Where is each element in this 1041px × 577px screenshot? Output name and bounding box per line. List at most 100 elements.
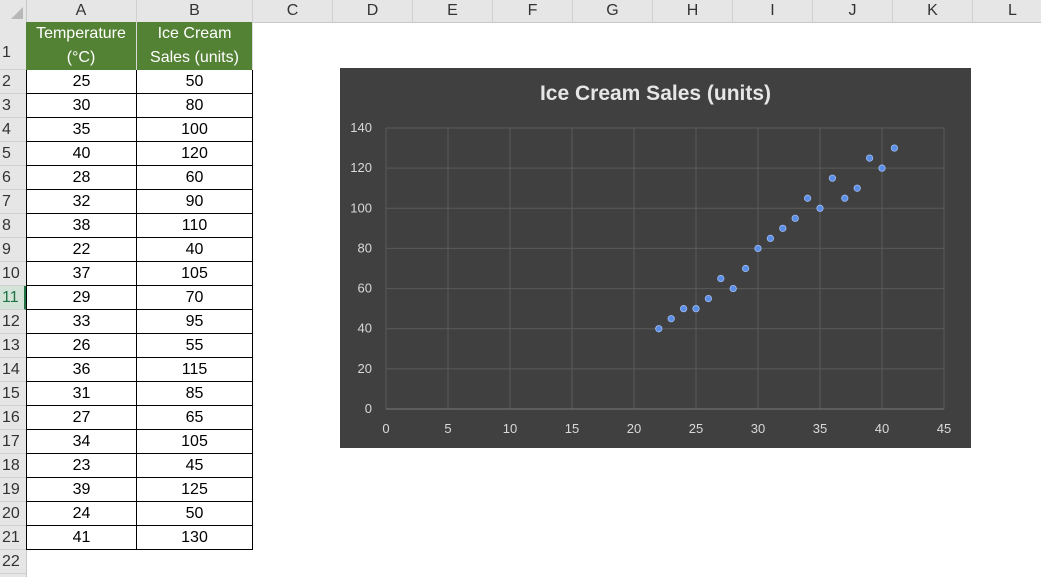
x-tick-label: 0 bbox=[382, 421, 389, 436]
row-header-20[interactable]: 20 bbox=[0, 502, 26, 526]
column-header-f[interactable]: F bbox=[493, 0, 573, 22]
row-header-17[interactable]: 17 bbox=[0, 430, 26, 454]
table-cell[interactable]: 115 bbox=[137, 358, 253, 382]
x-tick-label: 5 bbox=[444, 421, 451, 436]
column-header-g[interactable]: G bbox=[573, 0, 653, 22]
row-header-18[interactable]: 18 bbox=[0, 454, 26, 478]
table-cell[interactable]: 50 bbox=[137, 70, 253, 94]
x-tick-label: 35 bbox=[813, 421, 827, 436]
data-point bbox=[655, 325, 663, 333]
select-all-button[interactable] bbox=[0, 0, 27, 22]
row-header-22[interactable]: 22 bbox=[0, 550, 26, 574]
table-cell[interactable]: 41 bbox=[26, 526, 137, 550]
row-header-21[interactable]: 21 bbox=[0, 526, 26, 550]
table-cell[interactable]: 90 bbox=[137, 190, 253, 214]
row-header-2[interactable]: 2 bbox=[0, 70, 26, 94]
data-point bbox=[729, 284, 737, 293]
select-all-icon bbox=[11, 7, 23, 19]
table-cell[interactable]: 70 bbox=[137, 286, 253, 310]
row-header-16[interactable]: 16 bbox=[0, 406, 26, 430]
table-cell[interactable]: 105 bbox=[137, 262, 253, 286]
data-point bbox=[841, 194, 849, 202]
data-point bbox=[890, 144, 899, 152]
table-cell[interactable]: 32 bbox=[26, 190, 137, 214]
y-tick-label: 140 bbox=[350, 120, 372, 135]
data-point bbox=[667, 315, 675, 323]
row-header-7[interactable]: 7 bbox=[0, 190, 26, 214]
table-cell[interactable]: 130 bbox=[137, 526, 253, 550]
table-cell[interactable]: 80 bbox=[137, 94, 253, 118]
y-tick-label: 20 bbox=[358, 361, 372, 376]
row-header-19[interactable]: 19 bbox=[0, 478, 26, 502]
data-point bbox=[704, 295, 712, 303]
data-point bbox=[803, 194, 812, 202]
table-cell[interactable]: 50 bbox=[137, 502, 253, 526]
table-cell[interactable]: 45 bbox=[137, 454, 253, 478]
data-point bbox=[766, 234, 774, 242]
table-cell[interactable]: 39 bbox=[26, 478, 137, 502]
table-cell[interactable]: 105 bbox=[137, 430, 253, 454]
table-cell[interactable]: 120 bbox=[137, 142, 253, 166]
table-cell[interactable]: 34 bbox=[26, 430, 137, 454]
table-cell[interactable]: 26 bbox=[26, 334, 137, 358]
column-header-a[interactable]: A bbox=[26, 0, 137, 22]
column-header-h[interactable]: H bbox=[653, 0, 733, 22]
table-cell[interactable]: 29 bbox=[26, 286, 137, 310]
column-header-d[interactable]: D bbox=[333, 0, 413, 22]
column-header-l[interactable]: L bbox=[973, 0, 1041, 22]
row-header-15[interactable]: 15 bbox=[0, 382, 26, 406]
table-cell[interactable]: 40 bbox=[137, 238, 253, 262]
table-cell[interactable]: 31 bbox=[26, 382, 137, 406]
column-header-i[interactable]: I bbox=[733, 0, 813, 22]
row-header-11[interactable]: 11 bbox=[0, 286, 26, 310]
table-cell[interactable]: 25 bbox=[26, 70, 137, 94]
table-cell[interactable]: 125 bbox=[137, 478, 253, 502]
x-tick-label: 25 bbox=[689, 421, 703, 436]
data-point bbox=[741, 264, 750, 273]
table-cell[interactable]: 95 bbox=[137, 310, 253, 334]
row-header-9[interactable]: 9 bbox=[0, 238, 26, 262]
column-header-c[interactable]: C bbox=[253, 0, 333, 22]
row-header-8[interactable]: 8 bbox=[0, 214, 26, 238]
table-cell[interactable]: 36 bbox=[26, 358, 137, 382]
table-cell[interactable]: 65 bbox=[137, 406, 253, 430]
table-cell[interactable]: 37 bbox=[26, 262, 137, 286]
row-header-12[interactable]: 12 bbox=[0, 310, 26, 334]
row-header-3[interactable]: 3 bbox=[0, 94, 26, 118]
x-tick-label: 10 bbox=[503, 421, 517, 436]
table-cell[interactable]: 24 bbox=[26, 502, 137, 526]
row-header-10[interactable]: 10 bbox=[0, 262, 26, 286]
data-point bbox=[816, 204, 824, 212]
table-cell[interactable]: 30 bbox=[26, 94, 137, 118]
data-point bbox=[878, 164, 886, 172]
scatter-chart[interactable]: Ice Cream Sales (units) 0 20 40 60 80 100 120 1… bbox=[340, 68, 971, 448]
table-cell[interactable]: 85 bbox=[137, 382, 253, 406]
table-cell[interactable]: 33 bbox=[26, 310, 137, 334]
table-cell[interactable]: 23 bbox=[26, 454, 137, 478]
table-cell[interactable]: 28 bbox=[26, 166, 137, 190]
header-cell-ice-cream-sales[interactable]: Ice Cream Sales (units) bbox=[137, 22, 253, 70]
row-header-1[interactable]: 1 bbox=[0, 22, 26, 70]
row-header-6[interactable]: 6 bbox=[0, 166, 26, 190]
table-cell[interactable]: 60 bbox=[137, 166, 253, 190]
table-cell[interactable]: 110 bbox=[137, 214, 253, 238]
table-cell[interactable]: 38 bbox=[26, 214, 137, 238]
data-point bbox=[828, 174, 836, 182]
column-header-e[interactable]: E bbox=[413, 0, 493, 22]
column-header-b[interactable]: B bbox=[137, 0, 253, 22]
table-cell[interactable]: 40 bbox=[26, 142, 137, 166]
table-cell[interactable]: 22 bbox=[26, 238, 137, 262]
row-header-14[interactable]: 14 bbox=[0, 358, 26, 382]
table-cell[interactable]: 55 bbox=[137, 334, 253, 358]
x-tick-label: 20 bbox=[627, 421, 641, 436]
table-cell[interactable]: 35 bbox=[26, 118, 137, 142]
column-header-j[interactable]: J bbox=[813, 0, 893, 22]
row-header-13[interactable]: 13 bbox=[0, 334, 26, 358]
data-point bbox=[853, 184, 861, 192]
row-header-5[interactable]: 5 bbox=[0, 142, 26, 166]
row-header-4[interactable]: 4 bbox=[0, 118, 26, 142]
table-cell[interactable]: 27 bbox=[26, 406, 137, 430]
column-header-k[interactable]: K bbox=[893, 0, 973, 22]
header-cell-temperature[interactable]: Temperature (°C) bbox=[26, 22, 137, 70]
table-cell[interactable]: 100 bbox=[137, 118, 253, 142]
